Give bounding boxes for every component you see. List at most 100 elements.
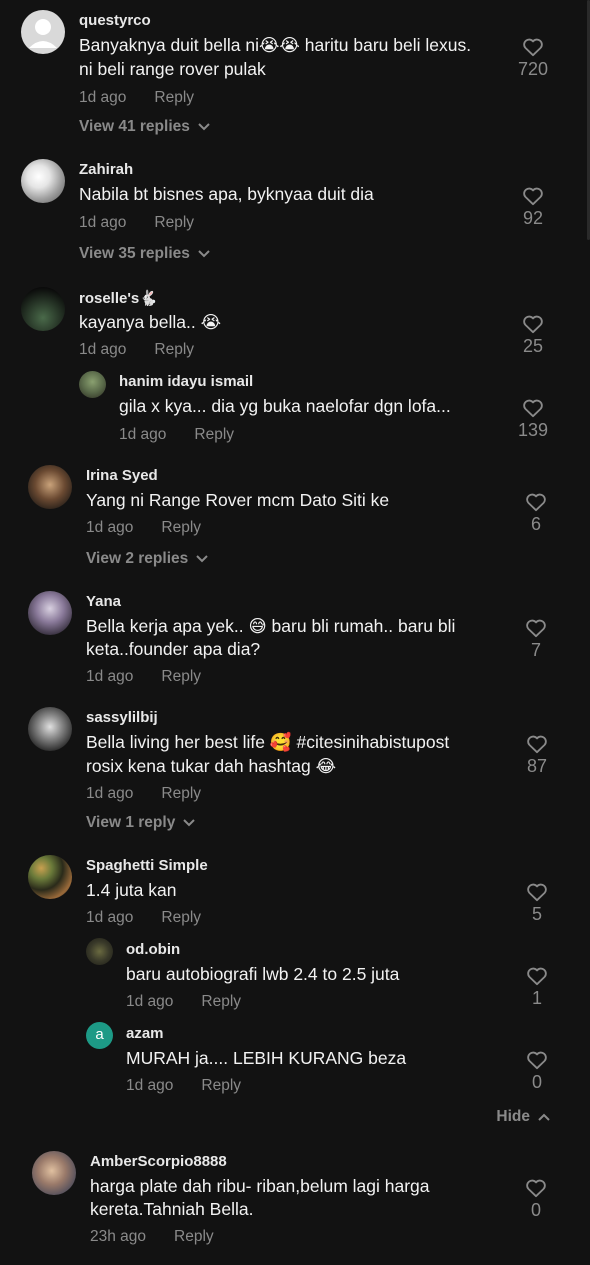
- like-count: 0: [530, 1200, 541, 1220]
- avatar[interactable]: [32, 1151, 76, 1195]
- view-replies-label: View 35 replies: [79, 245, 190, 263]
- comment-text-line: Nabila bt bisnes apa, byknyaa duit dia: [79, 184, 374, 204]
- reply-button[interactable]: Reply: [161, 785, 201, 802]
- username[interactable]: Yana: [86, 593, 121, 610]
- reply-button[interactable]: Reply: [154, 89, 194, 106]
- reply-button[interactable]: Reply: [154, 341, 194, 358]
- view-replies-button[interactable]: View 35 replies: [79, 245, 210, 263]
- chevron-down-icon: [196, 550, 208, 568]
- avatar[interactable]: [86, 938, 113, 965]
- heart-outline-icon: [523, 187, 543, 206]
- reply-button[interactable]: Reply: [161, 909, 201, 926]
- comment-text-line: harga plate dah ribu- riban,belum lagi h…: [90, 1176, 430, 1196]
- heart-outline-icon: [526, 619, 546, 638]
- like-button[interactable]: 7: [521, 618, 551, 661]
- comment-text-line: Bella living her best life 🥰 #citesiniha…: [86, 732, 450, 752]
- chevron-down-icon: [183, 814, 196, 832]
- comment-meta: 23h ago Reply: [90, 1228, 214, 1246]
- like-button[interactable]: 720: [518, 37, 548, 80]
- like-button[interactable]: 0: [521, 1178, 551, 1221]
- like-button[interactable]: 1: [522, 966, 552, 1009]
- comment-meta: 1d ago Reply: [86, 785, 201, 803]
- reply-button[interactable]: Reply: [161, 519, 201, 536]
- username[interactable]: od.obin: [126, 941, 180, 958]
- timestamp: 1d ago: [86, 519, 134, 536]
- avatar[interactable]: a: [86, 1022, 113, 1049]
- reply-button[interactable]: Reply: [161, 668, 201, 685]
- timestamp: 1d ago: [119, 426, 167, 443]
- heart-outline-icon: [527, 883, 547, 902]
- hide-replies-button[interactable]: Hide: [496, 1108, 550, 1126]
- heart-outline-icon: [523, 315, 543, 334]
- chevron-up-icon: [538, 1108, 550, 1126]
- username[interactable]: questyrco: [79, 12, 151, 29]
- comment-meta: 1d ago Reply: [86, 519, 201, 537]
- comment-meta: 1d ago Reply: [86, 668, 201, 686]
- timestamp: 23h ago: [90, 1228, 147, 1245]
- view-replies-button[interactable]: View 1 reply: [86, 814, 196, 832]
- username[interactable]: azam: [126, 1025, 164, 1042]
- comment-text-line: Banyaknya duit bella ni😭😭 haritu baru be…: [79, 35, 472, 55]
- comment-text-line: kereta.Tahniah Bella.: [90, 1199, 254, 1219]
- like-button[interactable]: 87: [522, 734, 552, 777]
- hide-label: Hide: [496, 1108, 530, 1126]
- like-count: 92: [522, 208, 544, 228]
- comment-text-line: kayanya bella.. 😭: [79, 312, 222, 332]
- avatar[interactable]: [21, 287, 65, 331]
- like-count: 87: [526, 756, 548, 776]
- view-replies-button[interactable]: View 2 replies: [86, 550, 208, 568]
- avatar-letter: a: [95, 1026, 104, 1043]
- reply-button[interactable]: Reply: [194, 426, 234, 443]
- heart-outline-icon: [526, 1179, 546, 1198]
- like-button[interactable]: 139: [518, 398, 548, 441]
- avatar[interactable]: [79, 371, 106, 398]
- like-count: 1: [531, 988, 542, 1008]
- reply-button[interactable]: Reply: [174, 1228, 214, 1245]
- like-button[interactable]: 6: [521, 492, 551, 535]
- like-count: 720: [518, 59, 549, 79]
- comment-text-line: rosix kena tukar dah hashtag 😂: [86, 756, 337, 776]
- comment-text-line: gila x kya... dia yg buka naelofar dgn l…: [119, 396, 451, 416]
- heart-outline-icon: [527, 967, 547, 986]
- like-button[interactable]: 92: [518, 186, 548, 229]
- username[interactable]: Zahirah: [79, 161, 133, 178]
- view-replies-label: View 41 replies: [79, 118, 190, 136]
- comment-text-line: 1.4 juta kan: [86, 880, 177, 900]
- avatar[interactable]: [21, 159, 65, 203]
- username[interactable]: Spaghetti Simple: [86, 857, 208, 874]
- view-replies-label: View 2 replies: [86, 550, 189, 568]
- avatar[interactable]: [28, 855, 72, 899]
- avatar[interactable]: [28, 465, 72, 509]
- avatar[interactable]: [28, 707, 72, 751]
- like-count: 5: [531, 904, 542, 924]
- chevron-down-icon: [198, 245, 210, 263]
- comment-text-line: ni beli range rover pulak: [79, 59, 266, 79]
- heart-outline-icon: [523, 399, 543, 418]
- comment-meta: 1d ago Reply: [86, 909, 201, 927]
- comment-text-line: Yang ni Range Rover mcm Dato Siti ke: [86, 490, 390, 510]
- username[interactable]: Irina Syed: [86, 467, 158, 484]
- like-count: 25: [522, 336, 544, 356]
- username[interactable]: sassylilbij: [86, 709, 158, 726]
- timestamp: 1d ago: [79, 89, 127, 106]
- heart-outline-icon: [526, 493, 546, 512]
- timestamp: 1d ago: [126, 1077, 174, 1094]
- avatar[interactable]: [21, 10, 65, 54]
- like-count: 0: [531, 1072, 542, 1092]
- reply-button[interactable]: Reply: [154, 214, 194, 231]
- timestamp: 1d ago: [126, 993, 174, 1010]
- like-button[interactable]: 25: [518, 314, 548, 357]
- reply-button[interactable]: Reply: [201, 993, 241, 1010]
- timestamp: 1d ago: [79, 341, 127, 358]
- username[interactable]: roselle's🐇: [79, 289, 158, 307]
- username[interactable]: AmberScorpio8888: [90, 1153, 227, 1170]
- comment-meta: 1d ago Reply: [126, 993, 241, 1011]
- view-replies-button[interactable]: View 41 replies: [79, 118, 210, 136]
- heart-outline-icon: [527, 1051, 547, 1070]
- reply-button[interactable]: Reply: [201, 1077, 241, 1094]
- like-button[interactable]: 0: [522, 1050, 552, 1093]
- like-button[interactable]: 5: [522, 882, 552, 925]
- like-count: 6: [530, 514, 541, 534]
- username[interactable]: hanim idayu ismail: [119, 373, 253, 390]
- avatar[interactable]: [28, 591, 72, 635]
